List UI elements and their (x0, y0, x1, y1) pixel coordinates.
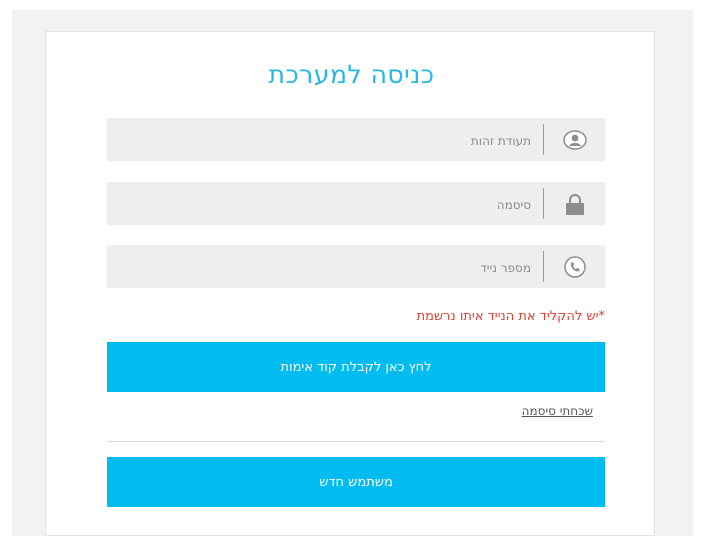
user-icon (545, 118, 605, 161)
new-user-button[interactable]: משתמש חדש (107, 457, 605, 507)
phone-note: *יש להקליד את הנייד איתו נרשמת (416, 309, 605, 324)
password-input[interactable] (229, 182, 533, 227)
mobile-number-input[interactable] (229, 245, 533, 290)
field-separator (543, 124, 544, 155)
send-verification-code-button[interactable]: לחץ כאן לקבלת קוד אימות (107, 342, 605, 392)
divider (107, 441, 605, 442)
field-separator (543, 251, 544, 282)
forgot-password-link[interactable]: שכחתי סיסמה (522, 404, 593, 418)
lock-icon (545, 182, 605, 225)
id-number-input[interactable] (229, 118, 533, 163)
id-field (107, 118, 605, 163)
page-title: כניסה למערכת (268, 60, 435, 89)
field-separator (543, 188, 544, 219)
password-field (107, 182, 605, 227)
phone-field (107, 245, 605, 290)
phone-icon (545, 245, 605, 288)
